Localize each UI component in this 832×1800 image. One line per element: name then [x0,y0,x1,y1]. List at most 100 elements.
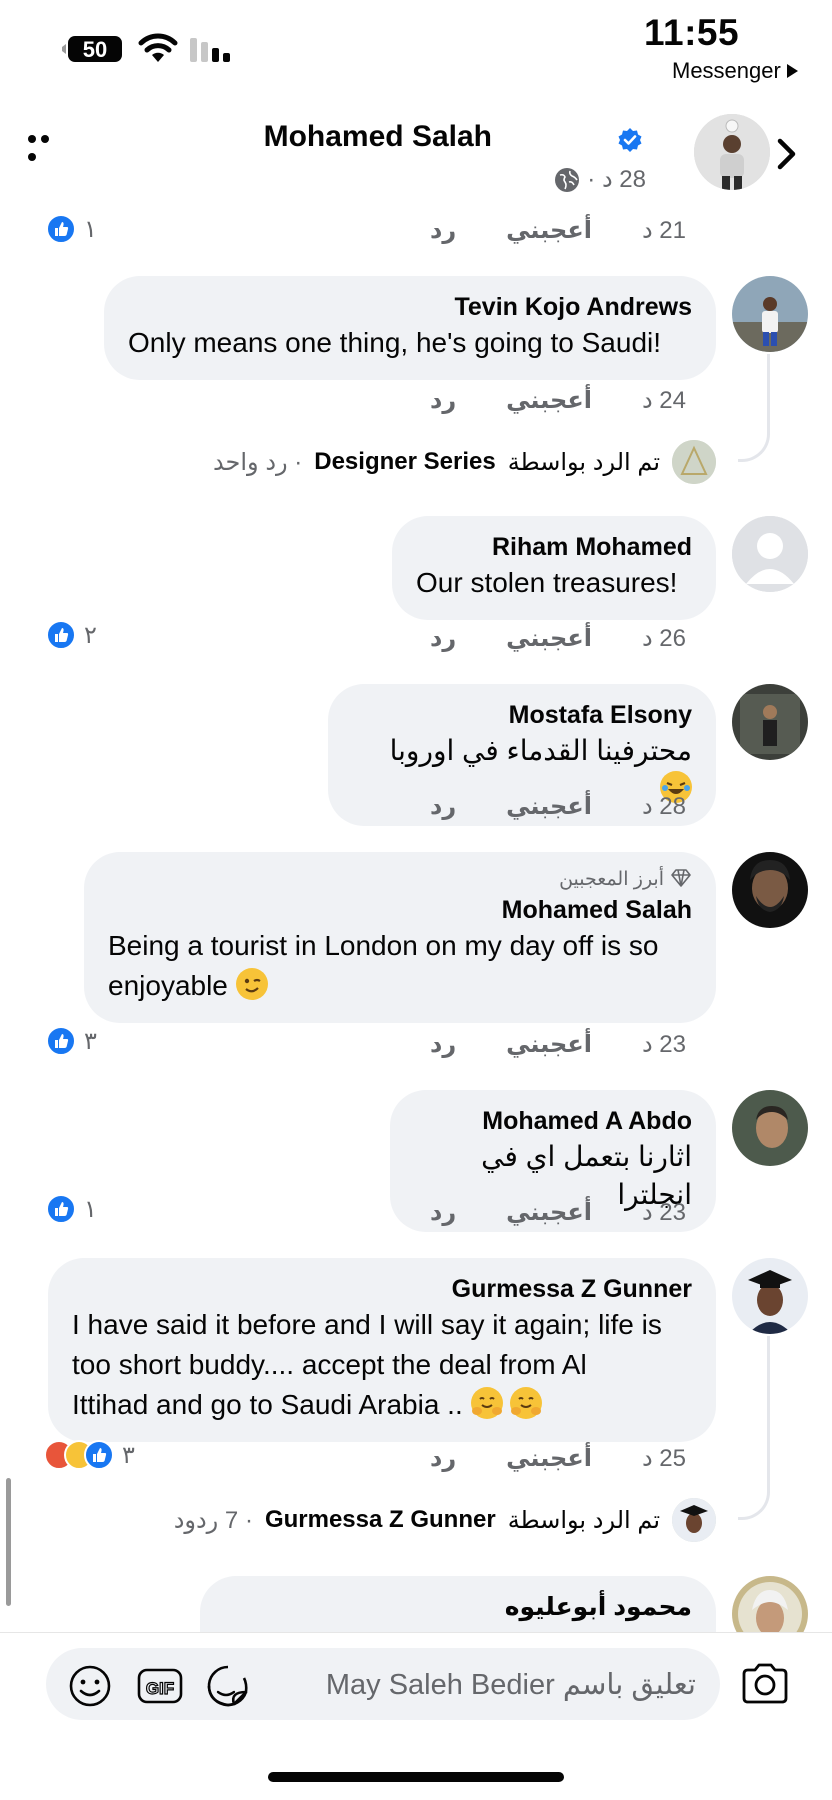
comment-author[interactable]: Tevin Kojo Andrews [128,292,692,322]
comment-time: 25 د [641,1445,686,1472]
like-icon [46,214,76,244]
comment-bubble[interactable]: Gurmessa Z Gunner I have said it before … [48,1258,716,1442]
reply-prefix: تم الرد بواسطة [507,448,660,476]
comment-time: 23 د [641,1199,686,1226]
comment-text: Our stolen treasures! [416,567,678,598]
like-button[interactable]: أعجبني [506,216,592,245]
battery-icon: 50 [62,34,124,64]
back-to-app-link[interactable]: Messenger [672,58,798,84]
like-icon [46,1026,76,1056]
comment-text: محترفينا القدماء في اوروبا [389,735,692,766]
reply-count: · رد واحد [212,448,303,476]
comment-author[interactable]: Riham Mohamed [416,532,692,562]
comment-bubble[interactable]: Tevin Kojo Andrews Only means one thing,… [104,276,716,380]
comment-time: 23 د [641,1031,686,1058]
reaction-count: ١ [84,215,97,243]
reply-button[interactable]: ر‌د [430,386,456,415]
reply-button[interactable]: ر‌د [430,216,456,245]
more-icon-dot [28,153,36,161]
comment-bubble[interactable]: أبرز المعجبين Mohamed Salah Being a tour… [84,852,716,1023]
comment-time: 21 د [641,217,686,244]
back-app-label: Messenger [672,58,781,83]
reaction-summary[interactable]: ٣ [46,1026,97,1056]
thread-line [738,1336,770,1520]
commenter-avatar[interactable] [732,684,808,760]
reply-prefix: تم الرد بواسطة [507,1506,660,1534]
reaction-summary[interactable]: ١ [46,214,97,244]
view-replies-link[interactable]: تم الرد بواسطة Gurmessa Z Gunner · 7 ردو… [174,1498,716,1542]
like-button[interactable]: أعجبني [506,1444,592,1473]
chevron-right-icon[interactable] [776,138,798,170]
commenter-avatar[interactable] [732,1090,808,1166]
wifi-icon [138,32,178,64]
comment-author[interactable]: Mohamed Salah [108,895,692,925]
like-button[interactable]: أعجبني [506,792,592,821]
replier-avatar [672,440,716,484]
post-author-name[interactable]: Mohamed Salah [264,120,492,154]
scrollbar[interactable] [6,1478,11,1606]
reaction-count: ١ [84,1195,97,1223]
comment-actions: 25 د أعجبني ر‌د [430,1444,686,1473]
commenter-avatar[interactable] [732,276,808,352]
hugging-emoji-icon [470,1387,503,1419]
comment-author[interactable]: محمود أبوعليوه [224,1592,692,1622]
reaction-summary[interactable]: ١ [46,1194,97,1224]
comment-time: 28 د [641,793,686,820]
sticker-icon[interactable] [204,1662,252,1710]
comment-time: 26 د [641,625,686,652]
view-replies-link[interactable]: تم الرد بواسطة Designer Series · رد واحد [213,440,716,484]
globe-icon [555,167,580,192]
reaction-summary[interactable]: ٣ [44,1440,135,1470]
diamond-icon [671,869,691,887]
replier-avatar [672,1498,716,1542]
top-fan-badge: أبرز المعجبين [108,868,692,891]
comment-actions: 23 د أعجبني ر‌د [430,1198,686,1227]
comment-actions: 21 د أعجبني ر‌د [430,216,686,245]
commenter-avatar[interactable] [732,1258,808,1334]
comment-author[interactable]: Mohamed A Abdo [414,1106,692,1136]
comment-time: 24 د [641,387,686,414]
comment-author[interactable]: Mostafa Elsony [352,700,692,730]
signal-icon [190,36,234,62]
reply-button[interactable]: ر‌د [430,624,456,653]
comment-text: Only means one thing, he's going to Saud… [128,327,662,358]
replier-name: Gurmessa Z Gunner [264,1506,496,1533]
like-icon [84,1440,114,1470]
battery-level: 50 [83,37,107,62]
commenter-avatar[interactable] [732,516,808,592]
comment-text-line: Ittihad and go to Saudi Arabia .. [72,1386,692,1424]
svg-text:GIF: GIF [146,1679,174,1698]
comment-placeholder: تعليق باسم May Saleh Bedier [325,1669,696,1701]
like-button[interactable]: أعجبني [506,624,592,653]
comment-author[interactable]: Gurmessa Z Gunner [72,1274,692,1304]
commenter-avatar[interactable] [732,852,808,928]
comment-actions: 23 د أعجبني ر‌د [430,1030,686,1059]
like-button[interactable]: أعجبني [506,1030,592,1059]
more-options-button[interactable] [28,130,66,161]
comment-text-line: enjoyable [108,967,692,1005]
gif-icon[interactable]: GIF [136,1662,184,1710]
comment-text-line2: enjoyable [108,970,228,1001]
reply-button[interactable]: ر‌د [430,1030,456,1059]
like-icon [46,620,76,650]
comment-text-line3: Ittihad and go to Saudi Arabia .. [72,1389,463,1420]
reply-button[interactable]: ر‌د [430,792,456,821]
reply-button[interactable]: ر‌د [430,1198,456,1227]
reply-button[interactable]: ر‌د [430,1444,456,1473]
comment-actions: 28 د أعجبني ر‌د [430,792,686,821]
more-icon-dot [41,135,49,143]
like-button[interactable]: أعجبني [506,386,592,415]
reply-count: · 7 ردود [173,1506,253,1534]
reaction-count: ٣ [84,1027,97,1055]
post-author-avatar[interactable] [694,114,770,190]
camera-icon[interactable] [740,1662,790,1706]
reaction-summary[interactable]: ٢ [46,620,97,650]
like-button[interactable]: أعجبني [506,1198,592,1227]
more-icon [28,135,36,143]
comment-bubble[interactable]: Riham Mohamed Our stolen treasures! [392,516,716,620]
hugging-emoji-icon [510,1387,543,1419]
home-indicator[interactable] [268,1772,564,1782]
comment-actions: 26 د أعجبني ر‌د [430,624,686,653]
top-fan-label: أبرز المعجبين [559,869,664,890]
emoji-icon[interactable] [66,1662,114,1710]
